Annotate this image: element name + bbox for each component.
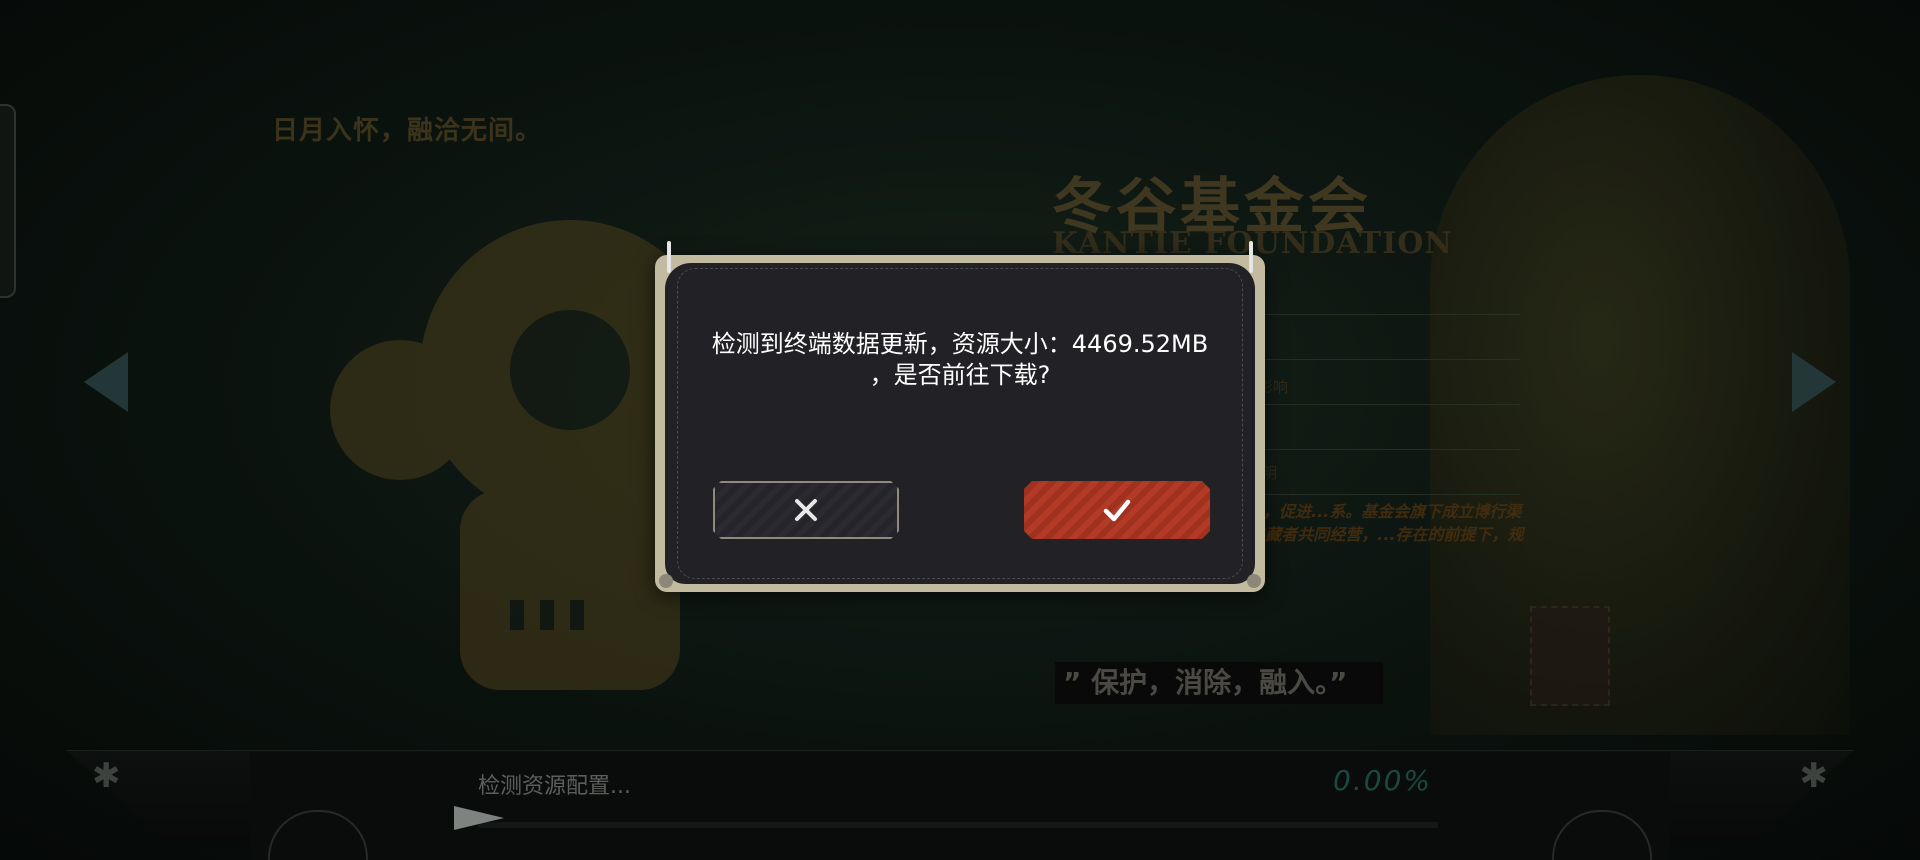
dialog-message-line1: 检测到终端数据更新，资源大小：4469.52MB: [711, 330, 1209, 358]
check-icon: [1100, 493, 1134, 527]
cancel-button[interactable]: [713, 481, 899, 539]
dialog-pin: [667, 241, 671, 273]
dialog-rivet: [1247, 574, 1261, 588]
dialog-pin: [1249, 241, 1253, 273]
dialog-message: 检测到终端数据更新，资源大小：4469.52MB ，是否前往下载?: [685, 329, 1235, 391]
update-dialog: 检测到终端数据更新，资源大小：4469.52MB ，是否前往下载?: [655, 241, 1265, 592]
dialog-message-line2: ，是否前往下载?: [869, 361, 1051, 389]
confirm-button[interactable]: [1024, 481, 1210, 539]
dialog-rivet: [659, 574, 673, 588]
close-icon: [789, 493, 823, 527]
